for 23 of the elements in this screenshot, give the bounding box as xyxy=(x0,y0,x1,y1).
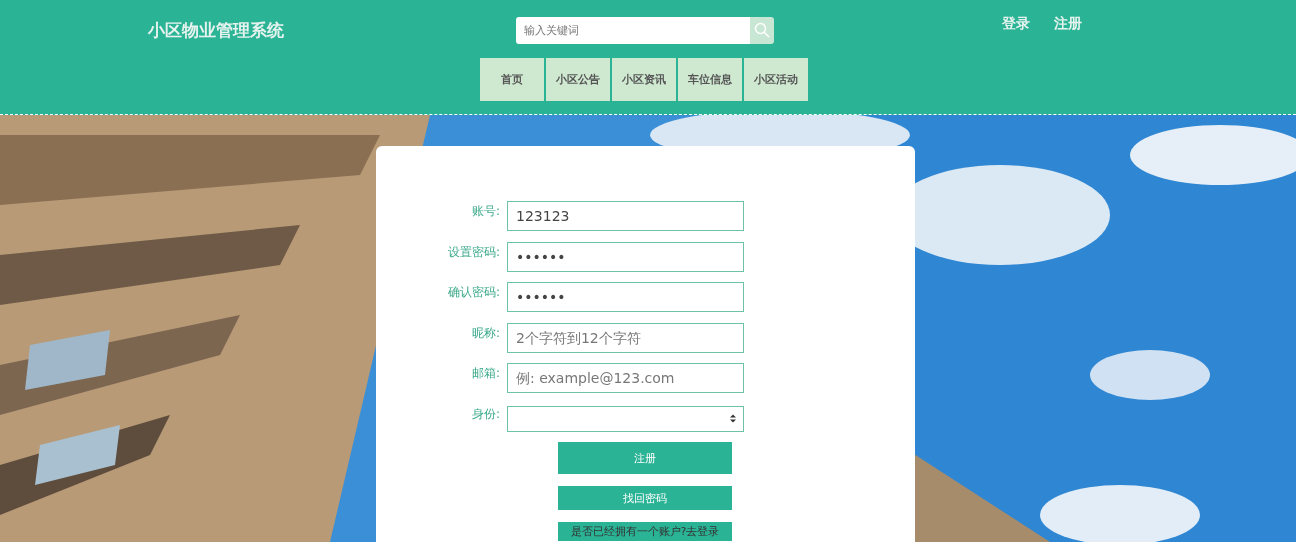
search-icon xyxy=(754,22,770,38)
input-field[interactable]: 例: example@123.com xyxy=(507,363,744,393)
input-field[interactable]: 2个字符到12个字符 xyxy=(507,322,744,353)
field-label: 昵称: xyxy=(470,324,501,342)
site-title: 小区物业管理系统 xyxy=(148,18,285,42)
nav-tab[interactable]: 小区活动 xyxy=(744,58,808,101)
sort-arrows-icon xyxy=(730,414,736,423)
nav-tab[interactable]: 小区公告 xyxy=(546,58,610,101)
input-field[interactable]: 123123 xyxy=(507,201,744,231)
field-label: 确认密码: xyxy=(446,284,501,301)
field-label: 邮箱: xyxy=(470,365,501,382)
search-field[interactable]: 输入关键词 xyxy=(516,16,750,44)
select-field[interactable] xyxy=(507,405,744,432)
nav-tab[interactable]: 车位信息 xyxy=(678,58,742,101)
input-field[interactable]: •••••• xyxy=(507,282,744,312)
field-label: 设置密码: xyxy=(446,243,501,261)
form-button[interactable]: 是否已经拥有一个账户?去登录 xyxy=(558,522,732,541)
input-field[interactable]: •••••• xyxy=(507,241,744,272)
search-button[interactable] xyxy=(750,16,774,44)
nav-tab[interactable]: 小区资讯 xyxy=(612,58,676,101)
field-label: 账号: xyxy=(470,203,501,220)
field-label: 身份: xyxy=(470,405,501,423)
nav-tab[interactable]: 首页 xyxy=(480,58,544,101)
